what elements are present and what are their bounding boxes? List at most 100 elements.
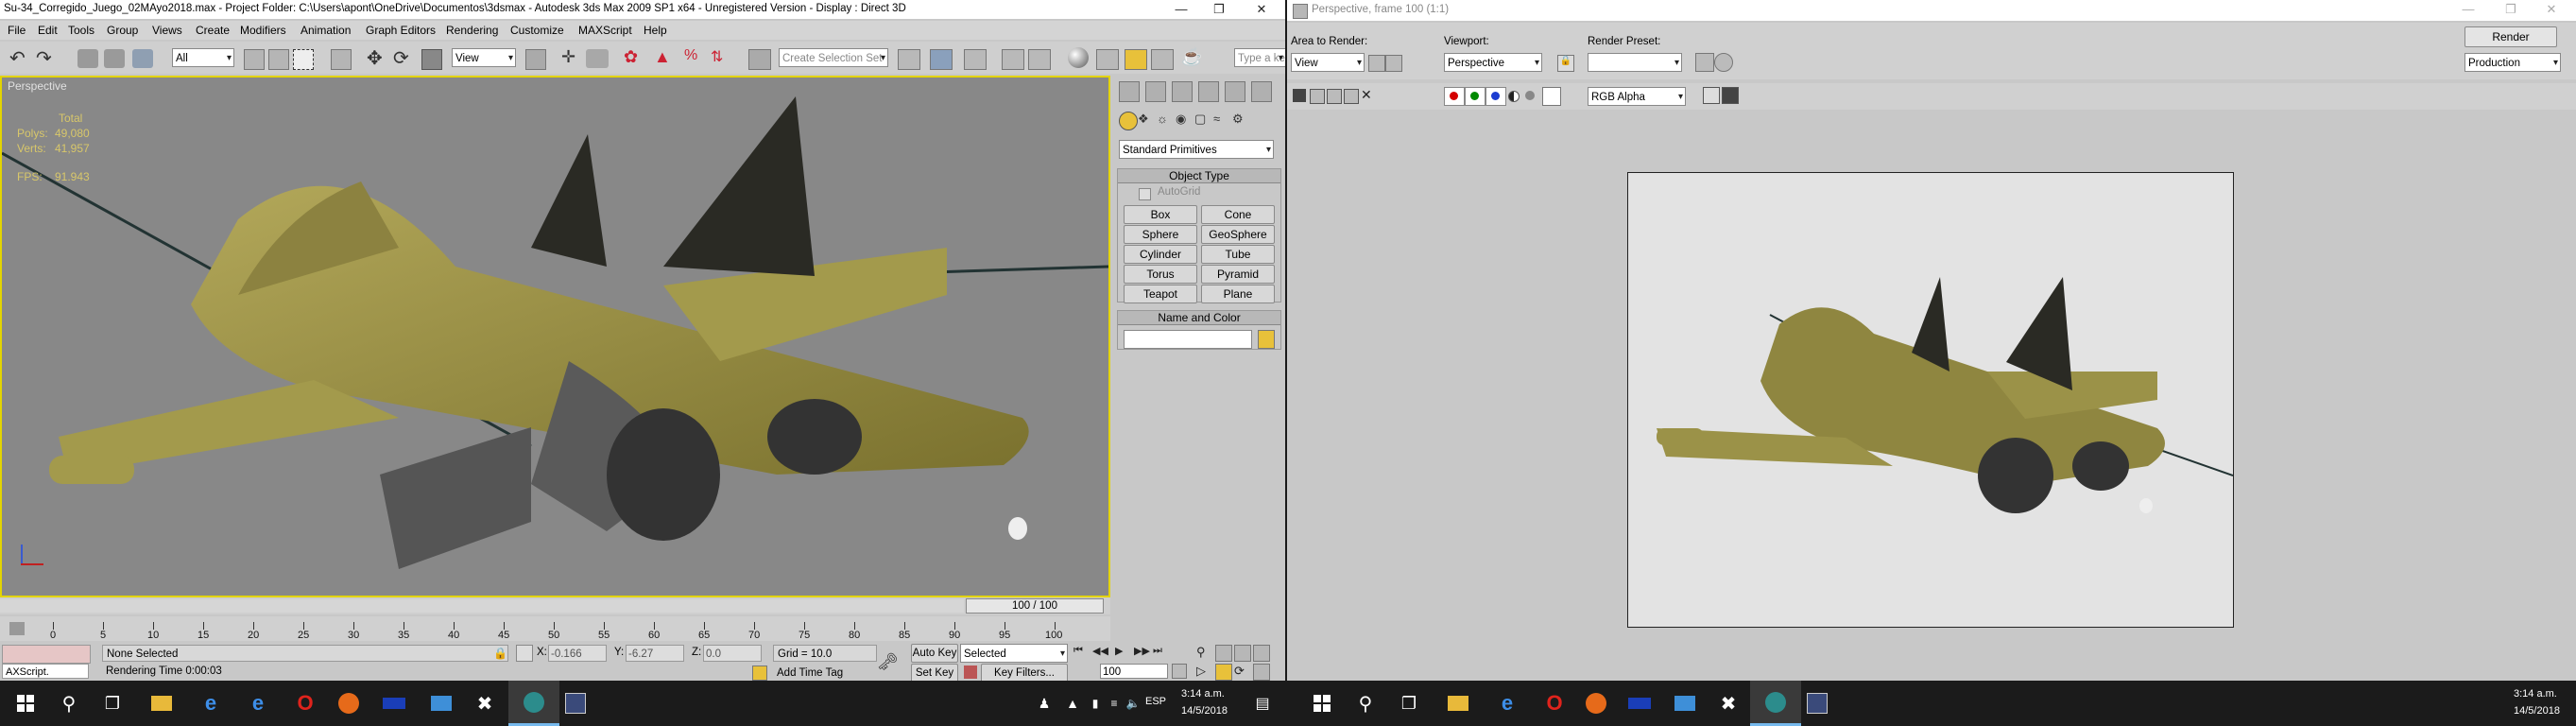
menu-views[interactable]: Views (152, 24, 182, 37)
object-name-input[interactable] (1124, 330, 1252, 349)
maximize-viewport-icon[interactable] (1253, 664, 1270, 681)
mirror-icon[interactable] (898, 49, 920, 70)
menu-tools[interactable]: Tools (68, 24, 94, 37)
render-minimize-button[interactable]: — (2449, 0, 2487, 19)
torus-button[interactable]: Torus (1124, 265, 1197, 284)
utilities-tab-icon[interactable] (1251, 81, 1272, 102)
z-coord-input[interactable]: 0.0 (703, 645, 762, 662)
render-preset-dropdown[interactable] (1588, 53, 1682, 73)
edge-icon[interactable]: e (185, 681, 236, 726)
time-config-icon[interactable] (1172, 664, 1187, 679)
add-time-tag[interactable]: Add Time Tag (777, 667, 843, 679)
render-production-icon[interactable] (1151, 49, 1174, 70)
snipping-tool-icon[interactable]: ✖ (459, 681, 510, 726)
close-button[interactable]: ✕ (1243, 0, 1280, 19)
task-view-icon[interactable]: ❐ (87, 681, 138, 726)
notification-center-icon[interactable]: ▤ (1244, 681, 1281, 726)
search-input[interactable]: Type a ke (1234, 48, 1285, 68)
teapot-button[interactable]: Teapot (1124, 285, 1197, 303)
modify-tab-icon[interactable] (1145, 81, 1166, 102)
perspective-viewport[interactable]: Perspective Total Polys: 49,080 Verts: 4… (0, 76, 1110, 597)
menu-group[interactable]: Group (107, 24, 138, 37)
move-icon[interactable]: ✥ (367, 46, 389, 69)
render-button[interactable]: Render (2464, 26, 2557, 47)
track-bar-toggle-icon[interactable] (9, 622, 25, 635)
file-explorer-icon[interactable] (1433, 681, 1484, 726)
menu-maxscript[interactable]: MAXScript (578, 24, 632, 37)
maxscript-listener-input[interactable] (2, 645, 91, 664)
render-taskbar-icon[interactable] (550, 681, 601, 726)
snipping-tool-icon[interactable]: ✖ (1703, 681, 1754, 726)
app-icon[interactable] (1614, 681, 1665, 726)
named-selection-set-dropdown[interactable]: Create Selection Set (779, 48, 888, 68)
bind-space-warp-icon[interactable] (132, 49, 153, 68)
object-color-swatch[interactable] (1258, 330, 1275, 349)
schematic-view-icon[interactable] (1028, 49, 1051, 70)
maximize-button[interactable]: ❐ (1200, 0, 1238, 19)
undo-icon[interactable]: ↶ (9, 46, 32, 69)
channel-display-dropdown[interactable]: RGB Alpha (1588, 87, 1686, 107)
time-slider-thumb[interactable]: 100 / 100 (966, 598, 1104, 614)
green-channel-button[interactable] (1465, 87, 1485, 106)
selection-region-icon[interactable] (293, 49, 314, 70)
zoom-extents-all-icon[interactable] (1253, 645, 1270, 662)
volume-icon[interactable]: 🔈 (1121, 681, 1145, 726)
geosphere-button[interactable]: GeoSphere (1201, 225, 1275, 244)
key-mode-icon[interactable]: 🗝 (877, 652, 902, 671)
play-icon[interactable]: ▶ (1115, 645, 1132, 660)
cylinder-button[interactable]: Cylinder (1124, 245, 1197, 264)
select-manipulate-icon[interactable]: ✛ (561, 47, 582, 68)
menu-customize[interactable]: Customize (510, 24, 564, 37)
spinner-snap-icon[interactable]: ⇅ (711, 47, 731, 68)
snaps-toggle-icon[interactable]: ✿ (624, 47, 644, 68)
menu-create[interactable]: Create (196, 24, 230, 37)
lock-selection-icon[interactable]: 🔒 (493, 647, 507, 660)
render-mode-dropdown[interactable]: Production (2464, 53, 2561, 73)
key-filters-button[interactable]: Key Filters... (981, 664, 1068, 683)
systems-icon[interactable]: ⚙ (1232, 112, 1249, 129)
print-image-icon[interactable] (1344, 89, 1359, 104)
render-maximize-button[interactable]: ❐ (2492, 0, 2530, 19)
y-coord-input[interactable]: -6.27 (626, 645, 684, 662)
key-filter-icon[interactable] (964, 666, 977, 679)
toggle-overlay-icon[interactable] (1722, 87, 1739, 104)
select-by-name-icon[interactable] (268, 49, 289, 70)
lock-viewport-icon[interactable]: 🔒 (1557, 55, 1574, 72)
taskbar-clock-time[interactable]: 3:14 a.m. (1181, 688, 1225, 700)
auto-key-button[interactable]: Auto Key (911, 644, 958, 663)
space-warps-icon[interactable]: ≈ (1213, 112, 1230, 129)
rendered-frame-window-icon[interactable] (1125, 49, 1147, 70)
app-icon[interactable] (369, 681, 420, 726)
tube-button[interactable]: Tube (1201, 245, 1275, 264)
menu-modifiers[interactable]: Modifiers (240, 24, 286, 37)
toggle-ui-icon[interactable] (1703, 87, 1720, 104)
render-close-button[interactable]: ✕ (2533, 0, 2570, 19)
pyramid-button[interactable]: Pyramid (1201, 265, 1275, 284)
motion-tab-icon[interactable] (1198, 81, 1219, 102)
clone-window-icon[interactable] (1327, 89, 1342, 104)
orbit-icon[interactable]: ⟳ (1234, 664, 1249, 679)
pivot-icon[interactable] (525, 49, 546, 70)
auto-key-mode-dropdown[interactable]: Selected (960, 644, 1068, 664)
menu-help[interactable]: Help (644, 24, 667, 37)
clear-color-swatch[interactable] (1542, 87, 1561, 106)
keyboard-shortcut-icon[interactable] (586, 49, 609, 68)
area-to-render-dropdown[interactable]: View (1291, 53, 1365, 73)
goto-end-icon[interactable]: ⏭ (1153, 645, 1170, 660)
viewport-dropdown[interactable]: Perspective (1444, 53, 1542, 73)
minimize-button[interactable]: — (1162, 0, 1200, 19)
input-language[interactable]: ESP (1145, 696, 1166, 707)
box-button[interactable]: Box (1124, 205, 1197, 224)
material-editor-icon[interactable] (1068, 47, 1089, 68)
menu-file[interactable]: File (8, 24, 26, 37)
category-dropdown[interactable]: Standard Primitives (1119, 140, 1274, 160)
menu-edit[interactable]: Edit (38, 24, 58, 37)
set-key-button[interactable]: Set Key (911, 664, 958, 683)
link-icon[interactable] (77, 49, 98, 68)
plane-button[interactable]: Plane (1201, 285, 1275, 303)
render-taskbar-icon[interactable] (1792, 681, 1843, 726)
name-color-header[interactable]: Name and Color (1118, 311, 1280, 325)
object-type-header[interactable]: Object Type (1118, 169, 1280, 183)
teapot-render-icon[interactable]: ☕ (1181, 47, 1204, 68)
edit-region-icon[interactable] (1368, 55, 1385, 72)
